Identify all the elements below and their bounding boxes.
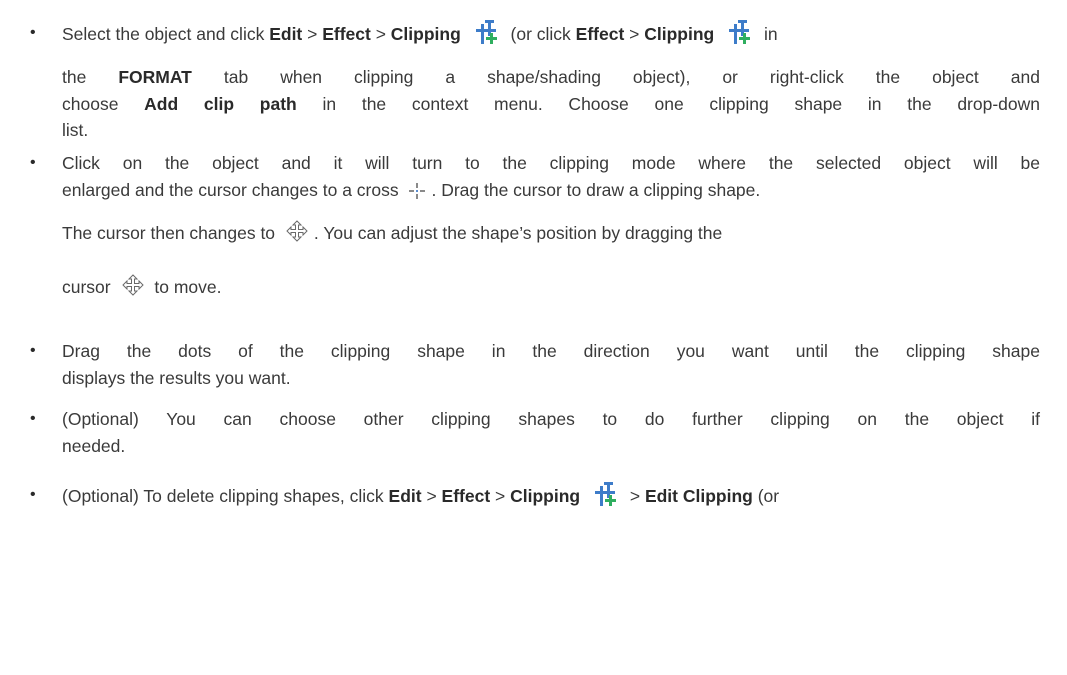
add-clip-path-label: Add clip path xyxy=(144,94,297,114)
bullet-symbol: • xyxy=(30,410,36,427)
text-run: displays the results you want. xyxy=(62,368,291,388)
menu-effect-label: Effect xyxy=(322,24,371,44)
text-run: . You can adjust the shape’s position by… xyxy=(313,223,723,243)
text-run: Drag the dots of the clipping shape in t… xyxy=(62,341,1040,361)
edit-clipping-label: Edit Clipping xyxy=(644,486,753,506)
menu-effect-label: Effect xyxy=(575,24,625,44)
text-line: (Optional) You can choose other clipping… xyxy=(62,406,1040,432)
text-run: > xyxy=(370,24,391,44)
move-cursor-icon xyxy=(286,220,308,249)
text-line: Click on the object and it will turn to … xyxy=(62,150,1040,176)
menu-edit-label: Edit xyxy=(388,486,422,506)
text-line: Drag the dots of the clipping shape in t… xyxy=(62,338,1040,364)
bullet-symbol: • xyxy=(30,24,36,41)
text-run: The cursor then changes to xyxy=(62,223,276,243)
text-run: Click on the object and it will turn to … xyxy=(62,153,1040,173)
menu-effect-label: Effect xyxy=(441,486,491,506)
text-line: list. xyxy=(62,117,88,143)
clipping-icon xyxy=(725,20,753,53)
text-run: in xyxy=(763,24,778,44)
bullet-symbol: • xyxy=(30,154,36,171)
document-page: • Select the object and click Edit > Eff… xyxy=(0,0,1067,675)
text-run: > xyxy=(624,24,645,44)
move-cursor-icon xyxy=(121,274,144,303)
text-run: cursor xyxy=(62,277,111,297)
text-run: Select the object and click xyxy=(62,24,270,44)
text-run: > xyxy=(624,486,645,506)
menu-clipping-label: Clipping xyxy=(644,24,715,44)
text-run: the xyxy=(62,67,119,87)
text-line: enlarged and the cursor changes to a cro… xyxy=(62,177,760,206)
text-run: choose xyxy=(62,94,145,114)
text-run: tab when clipping a shape/shading object… xyxy=(191,67,1040,87)
text-run: in the context menu. Choose one clipping… xyxy=(296,94,1041,114)
text-line: The cursor then changes to . You can adj… xyxy=(62,220,722,249)
text-line: choose Add clip path in the context menu… xyxy=(62,91,1040,117)
clipping-icon xyxy=(591,482,619,515)
text-run: > xyxy=(490,486,511,506)
bullet-symbol: • xyxy=(30,486,36,503)
bullet-symbol: • xyxy=(30,342,36,359)
text-run: enlarged and the cursor changes to a cro… xyxy=(62,180,399,200)
text-run: > xyxy=(302,24,323,44)
text-run: (Optional) To delete clipping shapes, cl… xyxy=(62,486,389,506)
text-line: displays the results you want. xyxy=(62,365,291,391)
menu-clipping-label: Clipping xyxy=(390,24,461,44)
menu-edit-label: Edit xyxy=(269,24,303,44)
format-tab-label: FORMAT xyxy=(118,67,192,87)
text-run: needed. xyxy=(62,436,126,456)
text-line: Select the object and click Edit > Effec… xyxy=(62,20,778,53)
text-run: to move. xyxy=(154,277,222,297)
text-line: (Optional) To delete clipping shapes, cl… xyxy=(62,482,779,515)
text-line: cursor to move. xyxy=(62,274,222,303)
text-run: list. xyxy=(62,120,89,140)
text-run: . Drag the cursor to draw a clipping sha… xyxy=(431,180,761,200)
cross-cursor-icon xyxy=(409,180,426,206)
menu-clipping-label: Clipping xyxy=(510,486,581,506)
text-run: (Optional) You can choose other clipping… xyxy=(62,409,1040,429)
text-run: > xyxy=(421,486,442,506)
text-line: the FORMAT tab when clipping a shape/sha… xyxy=(62,64,1040,90)
text-run: (or xyxy=(752,486,780,506)
clipping-icon xyxy=(472,20,500,53)
text-run: (or click xyxy=(510,24,576,44)
text-line: needed. xyxy=(62,433,125,459)
